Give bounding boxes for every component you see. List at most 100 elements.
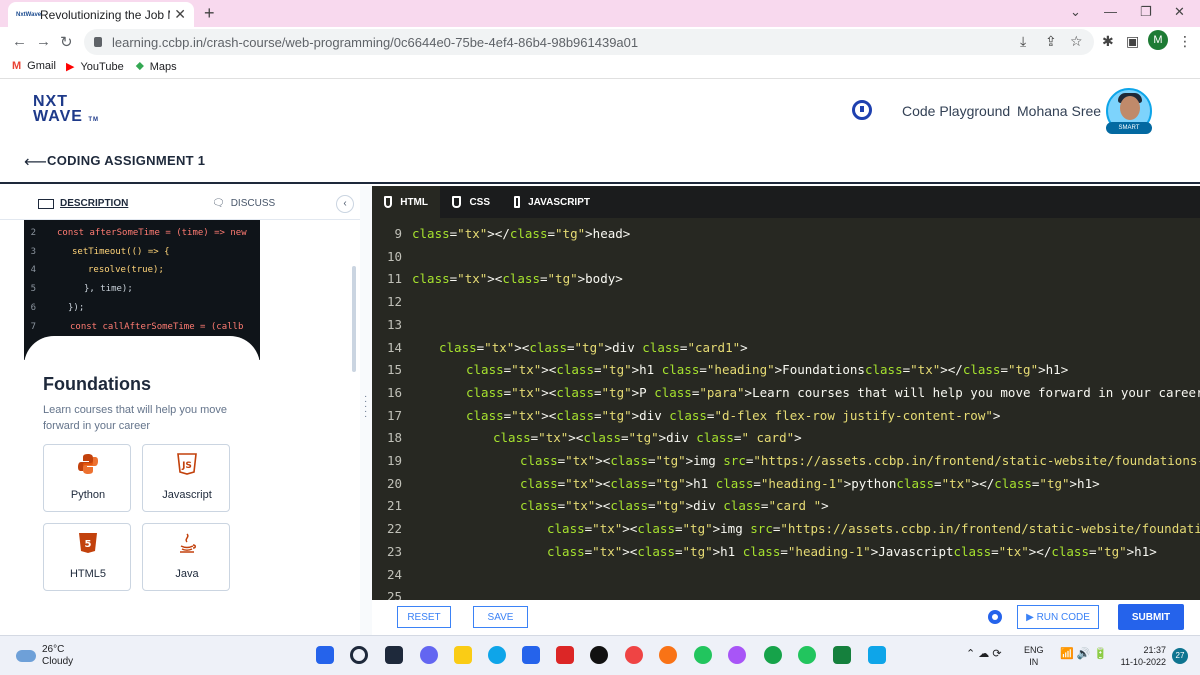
code-line[interactable]: 12 — [372, 290, 1200, 313]
left-panel-tabs: DESCRIPTION 🗨 DISCUSS ‹ — [0, 186, 360, 220]
code-line[interactable]: 16 class="tx"><class="tg">P class="para">… — [372, 381, 1200, 404]
code-playground-link[interactable]: Code Playground — [902, 103, 1010, 119]
chat-icon[interactable] — [420, 646, 438, 664]
new-tab-button[interactable]: + — [204, 3, 215, 24]
code-line[interactable]: 13 — [372, 313, 1200, 336]
system-tray-icons[interactable]: ⌃ ☁ ⟳ — [966, 648, 1002, 660]
opera-icon[interactable] — [625, 646, 643, 664]
clock[interactable]: 21:37 11-10-2022 — [1120, 644, 1166, 668]
edge-icon[interactable] — [488, 646, 506, 664]
forward-icon[interactable]: → — [36, 33, 51, 50]
course-card-html5[interactable]: 5 HTML5 — [43, 523, 131, 591]
collapse-panel-button[interactable]: ‹ — [336, 195, 354, 213]
line-number: 15 — [386, 362, 402, 378]
code-line[interactable]: 23 class="tx"><class="tg">h1 class="headi… — [372, 540, 1200, 563]
arrow-left-icon[interactable]: ⟵ — [24, 152, 47, 172]
menu-icon[interactable]: ⋮ — [1178, 33, 1192, 50]
bookmark-star-icon[interactable]: ☆ — [1070, 33, 1083, 50]
code-line[interactable]: 14 class="tx"><class="tg">div class="card… — [372, 336, 1200, 359]
reset-button[interactable]: RESET — [397, 606, 451, 628]
restore-icon[interactable]: ❐ — [1140, 4, 1152, 20]
card-top-curve — [24, 336, 260, 366]
line-number: 14 — [386, 339, 402, 355]
mail-icon[interactable] — [522, 646, 540, 664]
bookmark-gmail[interactable]: M Gmail — [12, 60, 56, 72]
bookmark-maps[interactable]: ⬥ Maps — [136, 60, 177, 73]
back-icon[interactable]: ← — [12, 33, 27, 50]
dell-icon[interactable] — [590, 646, 608, 664]
task-view-icon[interactable] — [385, 646, 403, 664]
run-code-button[interactable]: ▶ RUN CODE — [1017, 605, 1099, 629]
description-scrollbar[interactable] — [352, 266, 356, 372]
notification-badge[interactable]: 27 — [1172, 648, 1188, 664]
store-icon[interactable] — [833, 646, 851, 664]
tab-search-icon[interactable]: ⌄ — [1070, 4, 1081, 20]
date: 11-10-2022 — [1120, 657, 1166, 667]
chrome-profile-icon[interactable] — [728, 646, 746, 664]
extensions-icon[interactable]: ✱ — [1102, 33, 1114, 50]
image-code-text: const afterSomeTime = (time) => new — [57, 228, 247, 238]
course-card-javascript[interactable]: JS Javascript — [142, 444, 230, 512]
windows-start-icon[interactable] — [316, 646, 334, 664]
browser-tab[interactable]: NxtWave Revolutionizing the Job Market |… — [8, 2, 194, 27]
code-line[interactable]: 10 — [372, 245, 1200, 268]
line-number: 21 — [386, 498, 402, 514]
image-code-text: const callAfterSomeTime = (callb — [70, 322, 244, 332]
code-line[interactable]: 11 class="tx"><class="tg">body> — [372, 267, 1200, 290]
search-icon[interactable] — [350, 646, 368, 664]
nxtwave-logo[interactable]: NXT WAVE TM — [33, 94, 99, 128]
network-volume-battery-icons[interactable]: 📶 🔊 🔋 — [1060, 648, 1107, 660]
code-line[interactable]: 21 class="tx"><class="tg">div class="card… — [372, 494, 1200, 517]
reload-icon[interactable]: ↻ — [60, 33, 73, 51]
code-line[interactable]: 9 class="tx"></class="tg">head> — [372, 222, 1200, 245]
lock-icon — [94, 37, 102, 47]
settings-gear-icon[interactable] — [988, 610, 1002, 624]
install-icon[interactable]: ⤓ — [1020, 33, 1026, 50]
whatsapp-icon[interactable] — [798, 646, 816, 664]
submit-button[interactable]: SUBMIT — [1118, 604, 1184, 630]
stopwatch-icon[interactable] — [852, 100, 872, 120]
sidepanel-icon[interactable]: ▣ — [1126, 33, 1139, 50]
language-indicator[interactable]: ENG IN — [1024, 644, 1044, 668]
youtube-icon: ▶ — [66, 61, 75, 73]
line-code: class="tx"><class="tg">P class="para">Le… — [466, 384, 1200, 400]
tab-javascript[interactable]: JAVASCRIPT — [502, 186, 602, 218]
url-bar[interactable]: learning.ccbp.in/crash-course/web-progra… — [84, 29, 1094, 55]
code-line[interactable]: 22 class="tx"><class="tg">img src="https:… — [372, 517, 1200, 540]
user-name[interactable]: Mohana Sree — [1017, 103, 1101, 119]
resize-handle[interactable]: · · · · · — [364, 392, 367, 422]
office-icon[interactable] — [556, 646, 574, 664]
firefox-icon[interactable] — [659, 646, 677, 664]
line-code: class="tx"><class="tg">body> — [412, 271, 623, 287]
code-line[interactable]: 17 class="tx"><class="tg">div class="d-fl… — [372, 404, 1200, 427]
code-line[interactable]: 18 class="tx"><class="tg">div class=" car… — [372, 426, 1200, 449]
code-line[interactable]: 15 class="tx"><class="tg">h1 class="headi… — [372, 358, 1200, 381]
image-code-line: setTimeout(() => { — [72, 247, 170, 257]
tab-description[interactable]: DESCRIPTION — [38, 198, 128, 209]
tab-html[interactable]: HTML — [372, 186, 440, 218]
course-card-python[interactable]: Python — [43, 444, 131, 512]
code-editor: HTML CSS JAVASCRIPT 9 class="tx"></class=… — [372, 186, 1200, 604]
twitter-icon[interactable] — [868, 646, 886, 664]
image-line-number: 4 — [30, 265, 36, 275]
code-line[interactable]: 20 class="tx"><class="tg">h1 class="headi… — [372, 472, 1200, 495]
tab-css[interactable]: CSS — [440, 186, 502, 218]
minimize-icon[interactable]: — — [1104, 4, 1117, 19]
course-card-java[interactable]: Java — [142, 523, 230, 591]
image-line-number: 2 — [30, 228, 36, 238]
profile-avatar[interactable]: M — [1148, 30, 1168, 50]
close-tab-icon[interactable]: ✕ — [174, 6, 186, 23]
save-button[interactable]: SAVE — [473, 606, 528, 628]
chrome-active-icon[interactable] — [764, 646, 782, 664]
share-icon[interactable]: ⇪ — [1045, 33, 1057, 50]
file-explorer-icon[interactable] — [454, 646, 472, 664]
chrome-icon[interactable] — [694, 646, 712, 664]
browser-tab-bar: NxtWave Revolutionizing the Job Market |… — [0, 0, 1200, 27]
code-line[interactable]: 24 — [372, 563, 1200, 586]
tab-discuss[interactable]: 🗨 DISCUSS — [212, 198, 275, 209]
code-line[interactable]: 19 class="tx"><class="tg">img src="https:… — [372, 449, 1200, 472]
weather-widget[interactable]: 26°C Cloudy — [16, 644, 73, 668]
course-card-label: Java — [175, 568, 199, 580]
close-window-icon[interactable]: ✕ — [1174, 4, 1185, 20]
bookmark-youtube[interactable]: ▶ YouTube — [66, 60, 124, 74]
